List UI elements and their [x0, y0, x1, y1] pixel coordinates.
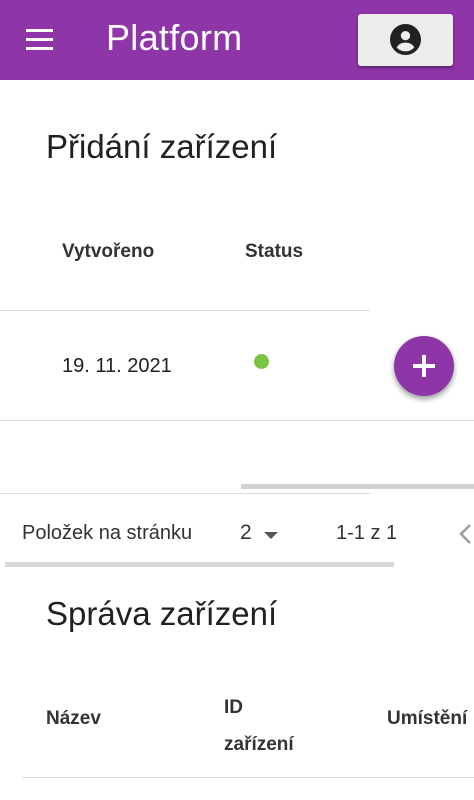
- items-per-page-label: Položek na stránku: [22, 522, 193, 544]
- status-indicator: [254, 354, 269, 369]
- device-add-title: Přidání zařízení: [46, 128, 278, 165]
- table-row-divider: [0, 420, 474, 421]
- app-title: Platform: [106, 17, 243, 58]
- app-toolbar: Platform: [0, 0, 474, 80]
- card-divider: [5, 562, 394, 567]
- previous-page-button[interactable]: [455, 520, 474, 548]
- table-header-divider: [0, 310, 370, 311]
- column-header-name[interactable]: Název: [46, 708, 101, 730]
- column-header-created[interactable]: Vytvořeno: [62, 241, 154, 263]
- chevron-down-icon: [264, 532, 278, 539]
- horizontal-scrollbar[interactable]: [241, 484, 474, 489]
- column-header-status[interactable]: Status: [245, 241, 303, 263]
- cell-created: 19. 11. 2021: [62, 355, 172, 377]
- page-size-select[interactable]: 2: [240, 519, 284, 549]
- column-header-location[interactable]: Umístění: [387, 708, 467, 730]
- chevron-left-icon: [459, 524, 471, 544]
- account-button[interactable]: [358, 14, 453, 66]
- table-bottom-divider: [0, 493, 370, 494]
- page-range-label: 1-1 z 1: [336, 522, 398, 544]
- account-circle-icon: [390, 24, 421, 55]
- page-size-value: 2: [240, 521, 252, 544]
- table-header-divider-2: [22, 777, 474, 778]
- menu-icon[interactable]: [26, 28, 54, 52]
- add-icon-vertical: [422, 355, 426, 377]
- add-device-button[interactable]: [394, 336, 454, 396]
- column-header-device-id[interactable]: ID zařízení: [224, 689, 294, 763]
- device-manage-title: Správa zařízení: [46, 595, 278, 632]
